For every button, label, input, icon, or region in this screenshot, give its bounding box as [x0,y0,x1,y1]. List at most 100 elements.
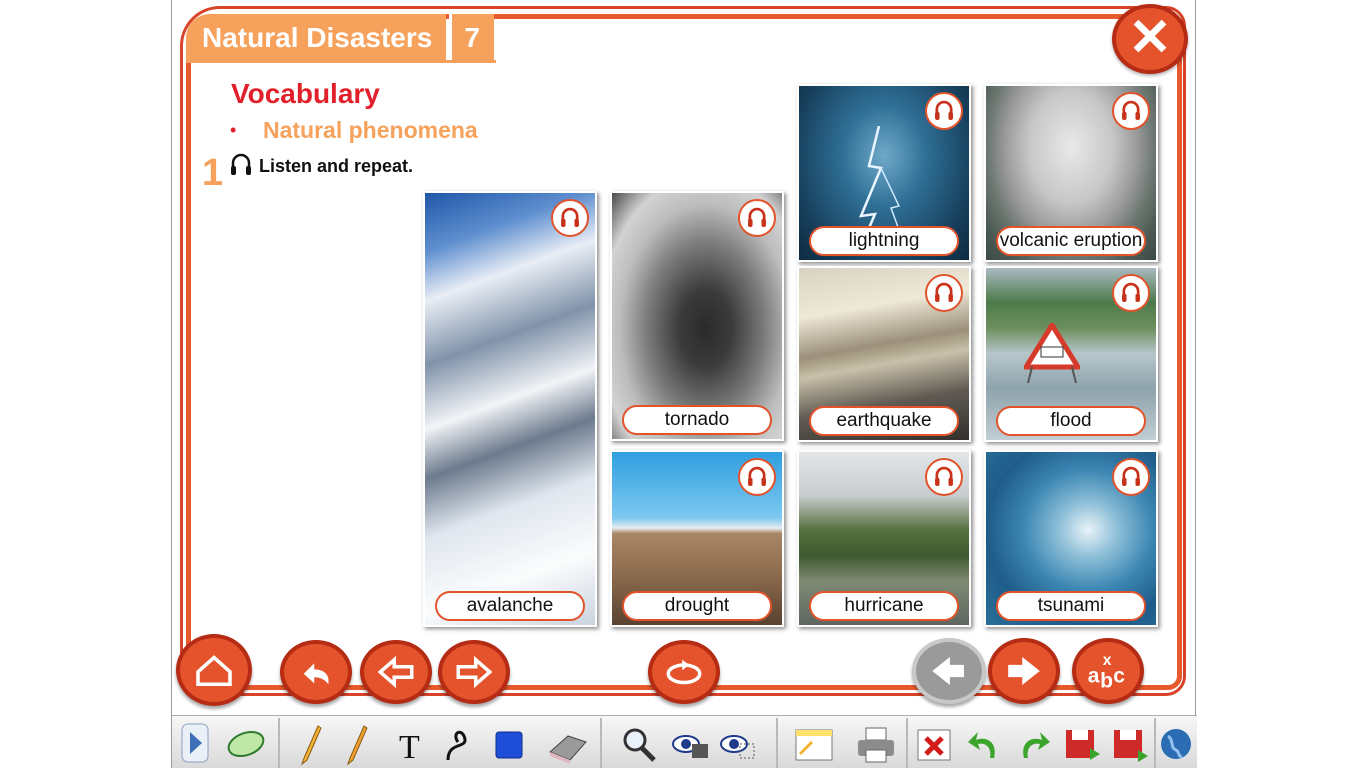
card-label: flood [996,406,1146,436]
headphones-icon[interactable] [551,199,589,237]
toolbar-separator [906,718,908,768]
headphones-icon[interactable] [738,199,776,237]
reveal-tool-button[interactable] [670,720,710,766]
clear-button[interactable] [914,720,954,766]
card-label: avalanche [435,591,585,621]
svg-text:x: x [1103,652,1112,669]
magnifier-icon [623,728,656,762]
page-next-button[interactable] [988,638,1060,704]
next-button[interactable] [438,640,510,704]
save-as-button[interactable] [1110,720,1150,766]
toolbar-separator [1154,718,1156,768]
card-tornado[interactable]: tornado [610,191,784,441]
card-label: lightning [809,226,959,256]
bullet: • [230,120,237,140]
app-stage: Natural Disasters 7 ✕ Vocabulary • Natur… [171,0,1197,768]
back-button[interactable] [280,640,352,704]
headphones-icon[interactable] [1112,274,1150,312]
card-earthquake[interactable]: earthquake [797,266,971,442]
save-button[interactable] [1062,720,1102,766]
card-avalanche[interactable]: avalanche [423,191,597,627]
print-button[interactable] [854,720,898,766]
toolbar-separator [776,718,778,768]
svg-text:T: T [399,729,420,766]
headphones-icon[interactable] [925,92,963,130]
shape-tool-button[interactable] [492,720,526,766]
square-icon [495,731,523,759]
exercise-instruction: Listen and repeat. [259,156,414,176]
eraser-icon [549,735,587,764]
undo-button[interactable] [964,720,1004,766]
eye-icon [672,735,708,758]
arrow-right-icon [1008,656,1040,686]
highlighter-tool-button[interactable] [340,720,374,766]
caret-right-icon [181,723,209,763]
card-label: hurricane [809,591,959,621]
card-lightning[interactable]: lightning [797,84,971,262]
headphones-icon[interactable] [1112,458,1150,496]
curve-tool-button[interactable] [442,720,476,766]
toolbar-toggle-button[interactable] [180,720,210,766]
home-icon [196,655,232,686]
section-heading: Vocabulary [231,78,380,109]
arrow-right-icon [456,655,493,689]
headphones-icon[interactable] [1112,92,1150,130]
highlighter-icon [346,725,368,766]
headphones-icon[interactable] [229,152,253,178]
card-flood[interactable]: flood [984,266,1158,442]
curve-icon [446,730,467,761]
toolbar: T [172,715,1197,768]
card-tsunami[interactable]: tsunami [984,450,1158,627]
close-button[interactable]: ✕ [1112,4,1188,74]
clear-icon [917,729,951,761]
note-icon [795,729,833,761]
arrow-left-icon [932,656,964,686]
pen-tool-button[interactable] [294,720,328,766]
page-prev-button[interactable] [912,638,986,704]
title-tab: Natural Disasters 7 [186,14,494,62]
arrow-left-icon [377,655,414,689]
web-button[interactable] [1158,720,1194,766]
close-icon: ✕ [1128,9,1172,67]
eraser-tool-button[interactable] [544,720,590,766]
warning-sign-icon [1024,323,1080,383]
redo-icon [1023,732,1050,758]
text-tool-button[interactable]: T [394,720,428,766]
card-label: tornado [622,405,772,435]
section-subheading: Natural phenomena [263,117,478,143]
page-title: Natural Disasters [186,14,447,62]
eye-hide-icon [720,735,755,759]
avalanche-image [425,193,595,625]
headphones-icon[interactable] [738,458,776,496]
toolbar-separator [600,718,602,768]
mouse-tool-button[interactable] [220,720,270,766]
card-drought[interactable]: drought [610,450,784,627]
abc-icon: a b cx [1088,652,1125,693]
dictionary-button[interactable]: abcx [1072,638,1144,704]
home-button[interactable] [176,634,252,706]
redo-button[interactable] [1014,720,1054,766]
zoom-tool-button[interactable] [618,720,658,766]
svg-text:a: a [1088,664,1100,687]
card-volcanic-eruption[interactable]: volcanic eruption [984,84,1158,262]
card-label: drought [622,591,772,621]
headphones-icon[interactable] [925,458,963,496]
unit-number: 7 [449,14,494,62]
hide-tool-button[interactable] [716,720,756,766]
title-underline [186,60,496,63]
refresh-button[interactable] [648,640,720,704]
save-icon [1066,730,1100,760]
exercise-number: 1 [202,152,224,194]
card-label: volcanic eruption [996,226,1146,256]
printer-icon [858,727,894,763]
card-hurricane[interactable]: hurricane [797,450,971,627]
prev-button[interactable] [360,640,432,704]
toolbar-separator [278,718,280,768]
undo-icon [968,732,995,758]
globe-icon [1161,729,1191,759]
headphones-icon[interactable] [925,274,963,312]
notes-tool-button[interactable] [792,720,836,766]
text-icon: T [399,729,420,766]
mouse-icon [227,730,265,758]
svg-text:c: c [1113,664,1125,687]
